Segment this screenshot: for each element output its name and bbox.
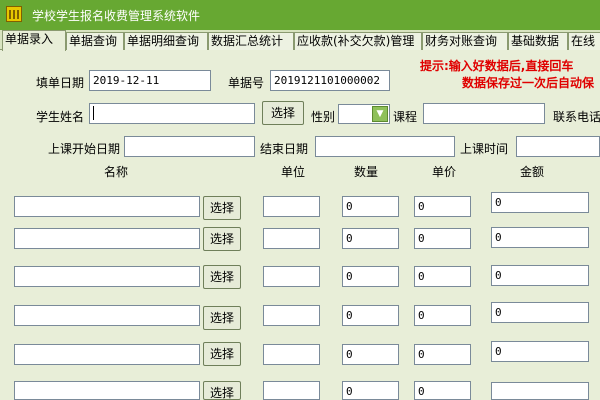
price-input[interactable]: 0 <box>414 228 471 249</box>
date-field[interactable]: 2019-12-11 <box>89 70 211 91</box>
end-date-label: 结束日期 <box>260 142 309 156</box>
select-item-button[interactable]: 选择 <box>203 342 241 366</box>
unit-input[interactable] <box>263 196 320 217</box>
select-student-button[interactable]: 选择 <box>262 101 304 125</box>
column-header-name: 名称 <box>104 165 129 179</box>
unit-input[interactable] <box>263 344 320 365</box>
item-name-input[interactable] <box>14 381 200 400</box>
column-header-quantity: 数量 <box>354 165 379 179</box>
hint-line-1: 提示:输入好数据后,直接回车 <box>420 59 574 73</box>
gender-select[interactable]: ▼ <box>338 104 390 124</box>
class-time-label: 上课时间 <box>460 142 509 156</box>
tab-receivables[interactable]: 应收款(补交欠款)管理 <box>294 32 422 50</box>
price-input[interactable]: 0 <box>414 305 471 326</box>
amount-input[interactable]: 0 <box>491 192 589 213</box>
select-item-button[interactable]: 选择 <box>203 306 241 330</box>
document-number-label: 单据号 <box>228 76 265 90</box>
item-name-input[interactable] <box>14 344 200 365</box>
unit-input[interactable] <box>263 381 320 400</box>
unit-input[interactable] <box>263 305 320 326</box>
app-icon <box>6 6 22 22</box>
amount-input[interactable]: 0 <box>491 302 589 323</box>
quantity-input[interactable]: 0 <box>342 266 399 287</box>
amount-input[interactable]: 0 <box>491 265 589 286</box>
item-name-input[interactable] <box>14 305 200 326</box>
select-item-button[interactable]: 选择 <box>203 227 241 251</box>
tab-detail-query[interactable]: 单据明细查询 <box>124 32 208 50</box>
amount-input[interactable]: 0 <box>491 341 589 362</box>
quantity-input[interactable]: 0 <box>342 381 399 400</box>
window-title: 学校学生报名收费管理系统软件 <box>32 9 201 23</box>
column-header-amount: 金额 <box>520 165 545 179</box>
item-name-input[interactable] <box>14 228 200 249</box>
item-name-input[interactable] <box>14 196 200 217</box>
course-input[interactable] <box>423 103 545 124</box>
amount-input[interactable]: 0 <box>491 227 589 248</box>
phone-label: 联系电话 <box>553 110 600 124</box>
quantity-input[interactable]: 0 <box>342 196 399 217</box>
hint-line-2: 数据保存过一次后自动保 <box>462 76 595 90</box>
tab-online[interactable]: 在线 <box>568 32 600 50</box>
column-header-unit: 单位 <box>281 165 306 179</box>
quantity-input[interactable]: 0 <box>342 305 399 326</box>
class-time-input[interactable] <box>516 136 600 157</box>
price-input[interactable]: 0 <box>414 381 471 400</box>
price-input[interactable]: 0 <box>414 344 471 365</box>
student-name-input[interactable] <box>89 103 255 124</box>
chevron-down-icon[interactable]: ▼ <box>372 106 388 122</box>
column-header-price: 单价 <box>432 165 457 179</box>
quantity-input[interactable]: 0 <box>342 228 399 249</box>
gender-label: 性别 <box>311 110 336 124</box>
select-item-button[interactable]: 选择 <box>203 381 241 400</box>
course-label: 课程 <box>393 110 418 124</box>
select-item-button[interactable]: 选择 <box>203 196 241 220</box>
price-input[interactable]: 0 <box>414 196 471 217</box>
title-bar: 学校学生报名收费管理系统软件 <box>0 0 600 30</box>
tab-strip: 单据录入 单据查询 单据明细查询 数据汇总统计 应收款(补交欠款)管理 财务对账… <box>0 30 600 51</box>
price-input[interactable]: 0 <box>414 266 471 287</box>
tab-document-query[interactable]: 单据查询 <box>66 32 124 50</box>
student-name-label: 学生姓名 <box>36 110 85 124</box>
date-label: 填单日期 <box>36 76 85 90</box>
document-number-field[interactable]: 2019121101000002 <box>270 70 390 91</box>
unit-input[interactable] <box>263 266 320 287</box>
amount-input[interactable] <box>491 382 589 400</box>
unit-input[interactable] <box>263 228 320 249</box>
end-date-input[interactable] <box>315 136 455 157</box>
text-caret <box>93 106 94 120</box>
tab-document-entry[interactable]: 单据录入 <box>2 30 66 51</box>
tab-financial-reconcile[interactable]: 财务对账查询 <box>422 32 508 50</box>
item-name-input[interactable] <box>14 266 200 287</box>
tab-base-data[interactable]: 基础数据 <box>508 32 568 50</box>
select-item-button[interactable]: 选择 <box>203 265 241 289</box>
tab-summary-stats[interactable]: 数据汇总统计 <box>208 32 294 50</box>
start-date-input[interactable] <box>124 136 255 157</box>
start-date-label: 上课开始日期 <box>48 142 121 156</box>
quantity-input[interactable]: 0 <box>342 344 399 365</box>
